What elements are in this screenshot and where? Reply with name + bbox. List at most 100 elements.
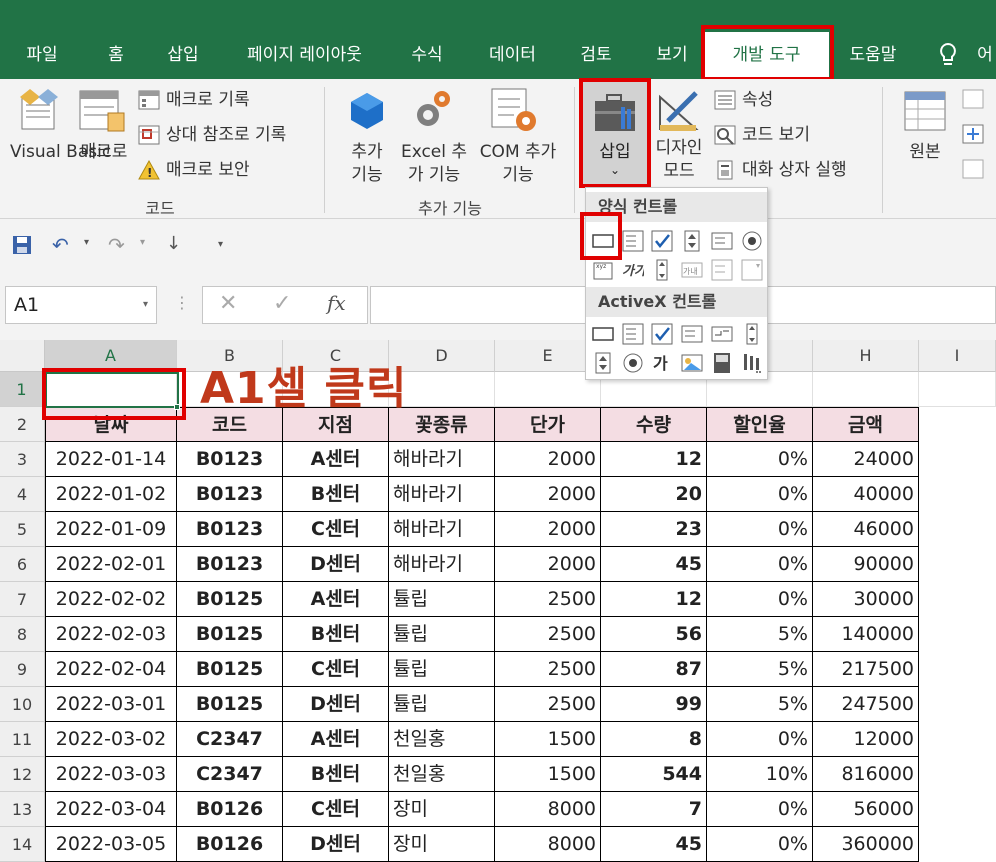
table-header-cell[interactable]: 단가 (495, 407, 601, 442)
row-header-4[interactable]: 4 (0, 477, 45, 512)
table-cell[interactable]: 장미 (389, 792, 495, 827)
table-cell[interactable]: B0125 (177, 617, 283, 652)
table-cell[interactable]: 56000 (813, 792, 919, 827)
table-cell[interactable]: 0% (707, 477, 813, 512)
table-cell[interactable]: 8000 (495, 792, 601, 827)
row-header-3[interactable]: 3 (0, 442, 45, 477)
table-header-cell[interactable]: 금액 (813, 407, 919, 442)
table-cell[interactable]: 2000 (495, 477, 601, 512)
row-header-7[interactable]: 7 (0, 582, 45, 617)
table-cell[interactable]: 46000 (813, 512, 919, 547)
table-cell[interactable]: 247500 (813, 687, 919, 722)
table-cell[interactable]: 2000 (495, 547, 601, 582)
table-cell[interactable]: 2022-01-09 (45, 512, 177, 547)
table-header-cell[interactable]: 할인율 (707, 407, 813, 442)
column-header-h[interactable]: H (813, 340, 919, 372)
table-cell[interactable]: D센터 (283, 547, 389, 582)
image-activex-icon[interactable] (681, 352, 703, 374)
table-cell[interactable]: 2022-02-04 (45, 652, 177, 687)
table-cell[interactable]: 360000 (813, 827, 919, 862)
table-cell[interactable]: 0% (707, 792, 813, 827)
text-box-activex-icon[interactable] (711, 323, 733, 345)
text-field-form-icon[interactable]: 가내 (681, 259, 703, 281)
table-cell[interactable]: 천일홍 (389, 722, 495, 757)
table-cell[interactable]: 2022-03-04 (45, 792, 177, 827)
macro-security-button[interactable]: ! 매크로 보안 (138, 155, 250, 185)
table-cell[interactable]: 99 (601, 687, 707, 722)
table-cell[interactable]: 8000 (495, 827, 601, 862)
table-cell[interactable]: 2022-02-03 (45, 617, 177, 652)
table-cell[interactable]: 30000 (813, 582, 919, 617)
tab-file[interactable]: 파일 (14, 32, 70, 79)
table-cell[interactable]: 40000 (813, 477, 919, 512)
properties-button[interactable]: 속성 (714, 85, 773, 115)
table-header-cell[interactable]: 수량 (601, 407, 707, 442)
relative-reference-button[interactable]: 상대 참조로 기록 (138, 120, 286, 150)
view-code-button[interactable]: 코드 보기 (714, 120, 810, 150)
visual-basic-button[interactable]: Visual Basic (10, 141, 111, 164)
row-header-2[interactable]: 2 (0, 407, 45, 442)
table-cell[interactable]: 튤립 (389, 687, 495, 722)
table-cell[interactable]: 0% (707, 582, 813, 617)
table-cell[interactable]: B0125 (177, 687, 283, 722)
name-box[interactable]: A1 ▾ (5, 286, 157, 324)
cancel-icon[interactable]: ✕ (219, 291, 237, 316)
customize-qat-icon[interactable]: ▾ (218, 239, 223, 250)
table-cell[interactable]: 튤립 (389, 617, 495, 652)
table-cell[interactable]: 140000 (813, 617, 919, 652)
table-cell[interactable]: 217500 (813, 652, 919, 687)
table-cell[interactable]: 해바라기 (389, 547, 495, 582)
tab-review[interactable]: 검토 (568, 32, 624, 79)
table-cell[interactable]: 2022-03-05 (45, 827, 177, 862)
label-form-icon[interactable]: 가가 (622, 259, 648, 281)
table-cell[interactable]: B0123 (177, 547, 283, 582)
table-cell[interactable]: 12 (601, 442, 707, 477)
table-cell[interactable]: B센터 (283, 617, 389, 652)
table-cell[interactable]: B0125 (177, 652, 283, 687)
option-button-form-icon[interactable] (741, 230, 763, 252)
table-cell[interactable]: A센터 (283, 442, 389, 477)
redo-icon[interactable]: ↷ (108, 233, 125, 257)
spin-button-activex-icon[interactable] (592, 352, 614, 374)
table-cell[interactable]: 장미 (389, 827, 495, 862)
table-cell[interactable]: 0% (707, 827, 813, 862)
table-cell[interactable]: 12 (601, 582, 707, 617)
table-cell[interactable]: 5% (707, 652, 813, 687)
list-box-activex-icon[interactable] (681, 323, 703, 345)
table-cell[interactable]: C2347 (177, 722, 283, 757)
table-cell[interactable]: 0% (707, 722, 813, 757)
table-cell[interactable]: 2022-03-01 (45, 687, 177, 722)
chevron-down-icon[interactable]: ▾ (84, 237, 89, 248)
table-cell[interactable]: 0% (707, 442, 813, 477)
tab-search-truncated[interactable]: 어 (974, 32, 996, 79)
run-dialog-button[interactable]: 대화 상자 실행 (714, 155, 847, 185)
table-cell[interactable]: 2000 (495, 512, 601, 547)
table-cell[interactable]: 해바라기 (389, 442, 495, 477)
table-cell[interactable]: C센터 (283, 652, 389, 687)
addins-button[interactable]: 추가 기능 (336, 141, 398, 187)
table-cell[interactable]: 해바라기 (389, 512, 495, 547)
row-header-11[interactable]: 11 (0, 722, 45, 757)
table-cell[interactable]: 816000 (813, 757, 919, 792)
table-cell[interactable]: 튤립 (389, 652, 495, 687)
drag-handle-icon[interactable]: ⋮ (174, 293, 190, 312)
table-cell[interactable]: B0123 (177, 442, 283, 477)
table-cell[interactable]: 2500 (495, 617, 601, 652)
row-header-5[interactable]: 5 (0, 512, 45, 547)
table-cell[interactable]: 45 (601, 547, 707, 582)
row-header-8[interactable]: 8 (0, 617, 45, 652)
table-cell[interactable]: 56 (601, 617, 707, 652)
table-cell[interactable]: 2022-02-02 (45, 582, 177, 617)
table-cell[interactable]: 2022-02-01 (45, 547, 177, 582)
tab-formulas[interactable]: 수식 (398, 32, 456, 79)
chevron-down-icon[interactable]: ▾ (143, 287, 148, 323)
tab-help[interactable]: 도움말 (838, 32, 908, 79)
table-cell[interactable]: 20 (601, 477, 707, 512)
empty-cell[interactable] (919, 372, 996, 407)
combo-dropdown-edit-icon[interactable] (741, 259, 763, 281)
scroll-bar-form-icon[interactable] (651, 259, 673, 281)
table-cell[interactable]: 5% (707, 687, 813, 722)
table-cell[interactable]: B0126 (177, 792, 283, 827)
table-cell[interactable]: 해바라기 (389, 477, 495, 512)
table-cell[interactable]: 2022-01-02 (45, 477, 177, 512)
